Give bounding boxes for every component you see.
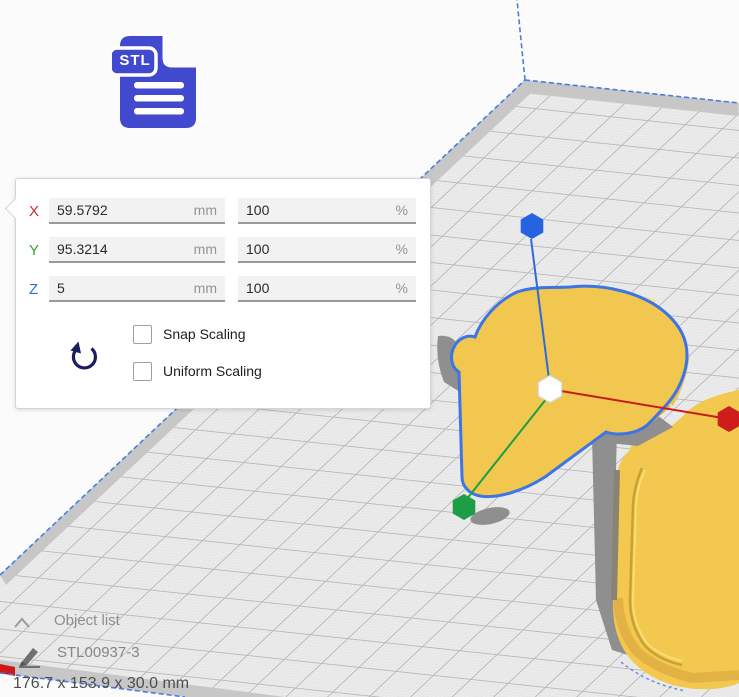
unit-label-mm: mm [194, 241, 217, 257]
object-list-collapse-button[interactable] [13, 616, 33, 630]
scale-y-mm-input[interactable] [57, 241, 190, 257]
reset-scale-button[interactable] [64, 337, 104, 377]
axis-label-x: X [29, 203, 47, 220]
unit-label-percent: % [396, 202, 408, 218]
edit-pencil-icon [14, 640, 42, 668]
snap-scaling-label: Snap Scaling [163, 326, 246, 342]
unit-label-percent: % [396, 280, 408, 296]
unit-label-mm: mm [194, 202, 217, 218]
axis-label-y: Y [29, 242, 47, 259]
model-dimensions-label: 176.7 x 153.9 x 30.0 mm [13, 675, 189, 693]
scale-z-percent-input[interactable] [246, 280, 392, 296]
uniform-scaling-label: Uniform Scaling [163, 363, 262, 379]
scale-y-percent-input[interactable] [246, 241, 392, 257]
scale-row-y: Y mm % [16, 237, 430, 265]
scale-tool-panel: X mm % Y mm % Z mm % [15, 178, 431, 409]
chevron-up-icon [15, 619, 29, 627]
scale-x-mm-input[interactable] [57, 202, 190, 218]
object-list-title: Object list [54, 612, 120, 629]
stl-file-icon: STL [112, 28, 208, 136]
reset-rotate-icon [64, 337, 104, 377]
stl-badge-label: STL [115, 52, 155, 69]
scale-x-percent-input[interactable] [246, 202, 392, 218]
uniform-scaling-checkbox[interactable] [133, 362, 152, 381]
unit-label-mm: mm [194, 280, 217, 296]
snap-scaling-checkbox[interactable] [133, 325, 152, 344]
snap-scaling-row: Snap Scaling [133, 324, 246, 344]
scale-row-z: Z mm % [16, 276, 430, 304]
unit-label-percent: % [396, 241, 408, 257]
uniform-scaling-row: Uniform Scaling [133, 361, 262, 381]
folded-corner [164, 36, 196, 66]
scale-row-x: X mm % [16, 198, 430, 226]
scale-z-mm-input[interactable] [57, 280, 190, 296]
axis-label-z: Z [29, 281, 47, 298]
object-list-item[interactable]: STL00937-3 [57, 644, 140, 661]
